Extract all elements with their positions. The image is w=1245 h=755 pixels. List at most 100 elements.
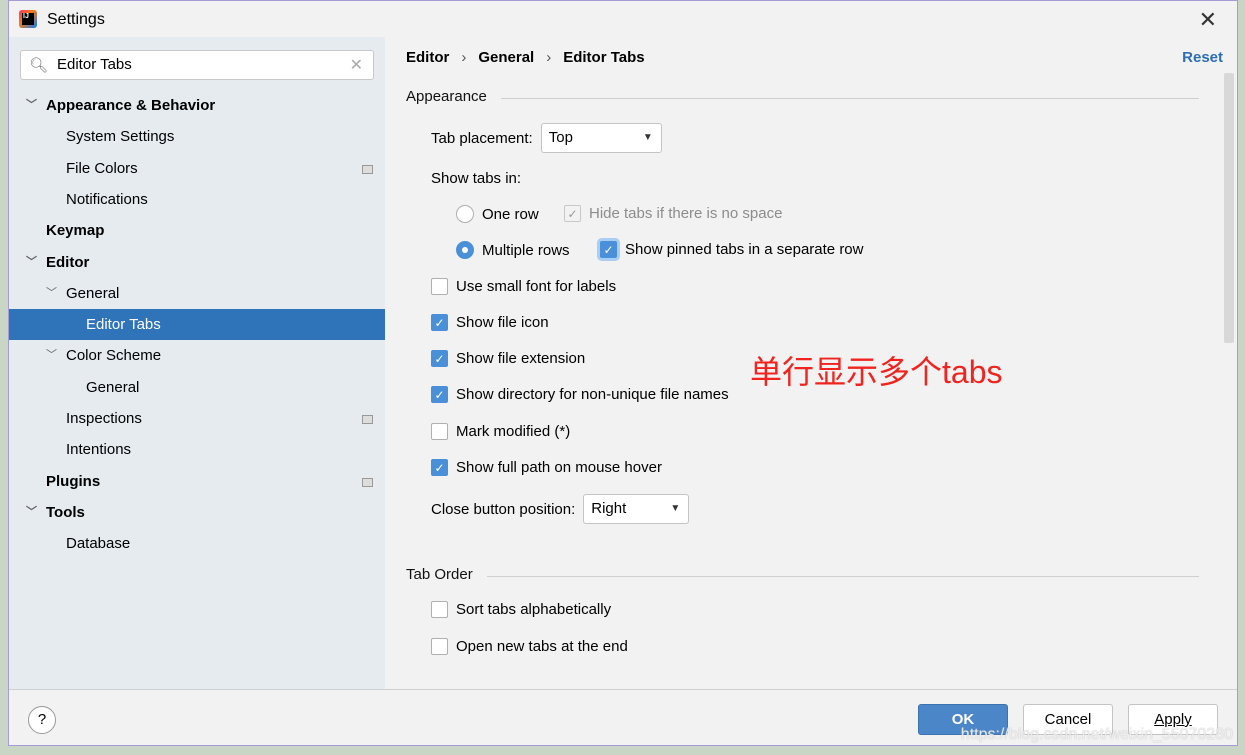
radio-selected-icon[interactable] — [456, 241, 474, 259]
sidebar-item-label: Keymap — [46, 222, 105, 240]
sidebar-item-label: Notifications — [66, 190, 148, 208]
close-icon[interactable]: ✕ — [1199, 7, 1217, 33]
section-tab-order: Tab Order — [406, 566, 473, 583]
radio-icon[interactable] — [456, 205, 474, 223]
intellij-logo-icon: IJ — [19, 10, 37, 28]
tab-placement-value: Top — [548, 129, 573, 146]
sidebar-item-label: Editor — [46, 253, 90, 271]
close-position-label: Close button position: — [431, 500, 576, 518]
sort-tabs-checkbox[interactable]: Sort tabs alphabetically — [431, 601, 611, 618]
tab-placement-select[interactable]: Top ▼ — [540, 123, 662, 153]
multiple-rows-radio[interactable]: Multiple rows — [456, 241, 570, 259]
chevron-right-icon: › — [461, 49, 467, 66]
chevron-down-icon: ▼ — [670, 503, 681, 514]
sidebar-item-label: Plugins — [46, 472, 101, 490]
sidebar-item[interactable]: ﹀ Color Scheme — [9, 340, 385, 371]
sidebar-item-label: Intentions — [66, 441, 132, 459]
mark-modified-label: Mark modified (*) — [456, 423, 571, 440]
small-font-label: Use small font for labels — [456, 278, 617, 295]
sidebar-item-label: Tools — [46, 503, 85, 521]
directory-checkbox[interactable]: ✓ Show directory for non-unique file name… — [431, 386, 729, 403]
project-settings-icon — [362, 415, 373, 424]
search-input[interactable] — [57, 56, 337, 73]
file-icon-checkbox[interactable]: ✓ Show file icon — [431, 314, 549, 331]
chevron-down-icon[interactable]: ﹀ — [26, 247, 37, 278]
window-title: Settings — [47, 11, 105, 28]
help-button[interactable]: ? — [28, 706, 56, 734]
breadcrumb-item: General — [478, 49, 535, 66]
open-at-end-checkbox[interactable]: Open new tabs at the end — [431, 638, 628, 655]
divider — [487, 576, 1199, 577]
checkbox-icon[interactable] — [431, 601, 448, 618]
close-position-select[interactable]: Right ▼ — [583, 494, 690, 524]
sidebar-item[interactable]: Keymap — [9, 215, 385, 246]
sidebar-item[interactable]: System Settings — [9, 121, 385, 152]
close-position-value: Right — [591, 500, 627, 517]
tab-placement-label: Tab placement: — [431, 129, 533, 147]
one-row-radio[interactable]: One row — [456, 205, 539, 223]
sidebar-item[interactable]: Notifications — [9, 184, 385, 215]
checkmark-icon[interactable]: ✓ — [431, 350, 448, 367]
directory-label: Show directory for non-unique file names — [456, 386, 729, 403]
search-field[interactable]: 🔍︎ ✕ — [20, 50, 374, 80]
hide-tabs-checkbox: ✓ Hide tabs if there is no space — [564, 205, 782, 222]
sidebar-item[interactable]: ﹀ Tools — [9, 497, 385, 528]
sidebar-item[interactable]: Database — [9, 528, 385, 559]
sidebar-item[interactable]: Inspections — [9, 403, 385, 434]
hide-tabs-label: Hide tabs if there is no space — [589, 205, 783, 222]
sidebar-item-label: File Colors — [66, 159, 138, 177]
sidebar-item-label: System Settings — [66, 128, 175, 146]
sidebar-item[interactable]: ﹀ Appearance & Behavior — [9, 90, 385, 121]
file-extension-checkbox[interactable]: ✓ Show file extension — [431, 350, 585, 367]
sidebar-item[interactable]: ﹀ Editor — [9, 247, 385, 278]
section-appearance: Appearance — [406, 88, 487, 105]
sort-tabs-label: Sort tabs alphabetically — [456, 601, 612, 618]
sidebar-item[interactable]: File Colors — [9, 153, 385, 184]
sidebar-item[interactable]: ﹀ General — [9, 278, 385, 309]
settings-sidebar: 🔍︎ ✕ ﹀ Appearance & Behavior System Settin… — [9, 37, 385, 689]
settings-content: Editor › General › Editor Tabs Reset Appeara… — [385, 37, 1237, 689]
small-font-checkbox[interactable]: Use small font for labels — [431, 278, 616, 295]
checkmark-icon[interactable]: ✓ — [431, 459, 448, 476]
sidebar-item[interactable]: General — [9, 372, 385, 403]
close-button-position-row: Close button position: Right ▼ — [431, 494, 690, 524]
reset-link[interactable]: Reset — [1182, 49, 1223, 66]
chevron-down-icon[interactable]: ﹀ — [26, 497, 37, 528]
chevron-down-icon[interactable]: ﹀ — [46, 278, 57, 309]
file-extension-label: Show file extension — [456, 350, 586, 367]
chevron-down-icon: ▼ — [642, 132, 653, 143]
watermark: https://blog.csdn.net/weixin_55070280 — [960, 726, 1233, 743]
scrollbar[interactable] — [1224, 73, 1234, 343]
checkmark-icon[interactable]: ✓ — [600, 241, 617, 258]
one-row-label: One row — [482, 205, 539, 223]
mark-modified-checkbox[interactable]: Mark modified (*) — [431, 423, 570, 440]
sidebar-item-label: Editor Tabs — [86, 316, 161, 334]
checkbox-icon[interactable] — [431, 278, 448, 295]
checkmark-icon[interactable]: ✓ — [431, 386, 448, 403]
breadcrumb: Editor › General › Editor Tabs — [406, 49, 645, 66]
checkbox-icon[interactable] — [431, 638, 448, 655]
project-settings-icon — [362, 164, 373, 174]
chevron-right-icon: › — [546, 49, 552, 66]
tab-placement-row: Tab placement: Top ▼ — [431, 123, 662, 153]
show-pinned-label: Show pinned tabs in a separate row — [625, 241, 864, 258]
chevron-down-icon[interactable]: ﹀ — [26, 90, 37, 121]
sidebar-item[interactable]: Plugins — [9, 466, 385, 497]
checkbox-icon[interactable] — [431, 423, 448, 440]
sidebar-item-label: General — [66, 284, 120, 302]
checkmark-icon[interactable]: ✓ — [431, 314, 448, 331]
sidebar-item[interactable]: Editor Tabs — [9, 309, 385, 341]
sidebar-item-label: Inspections — [66, 410, 142, 427]
title-bar: IJ Settings ✕ — [9, 1, 1237, 37]
full-path-checkbox[interactable]: ✓ Show full path on mouse hover — [431, 459, 662, 476]
show-pinned-checkbox[interactable]: ✓ Show pinned tabs in a separate row — [600, 241, 863, 258]
clear-icon[interactable]: ✕ — [350, 55, 363, 75]
sidebar-item[interactable]: Intentions — [9, 434, 385, 465]
project-settings-icon — [362, 477, 373, 487]
chevron-down-icon[interactable]: ﹀ — [46, 340, 57, 371]
breadcrumb-item: Editor — [406, 49, 450, 66]
breadcrumb-item: Editor Tabs — [563, 49, 645, 66]
sidebar-item-label: General — [86, 378, 140, 396]
sidebar-item-label: Database — [66, 535, 131, 553]
open-at-end-label: Open new tabs at the end — [456, 638, 628, 655]
